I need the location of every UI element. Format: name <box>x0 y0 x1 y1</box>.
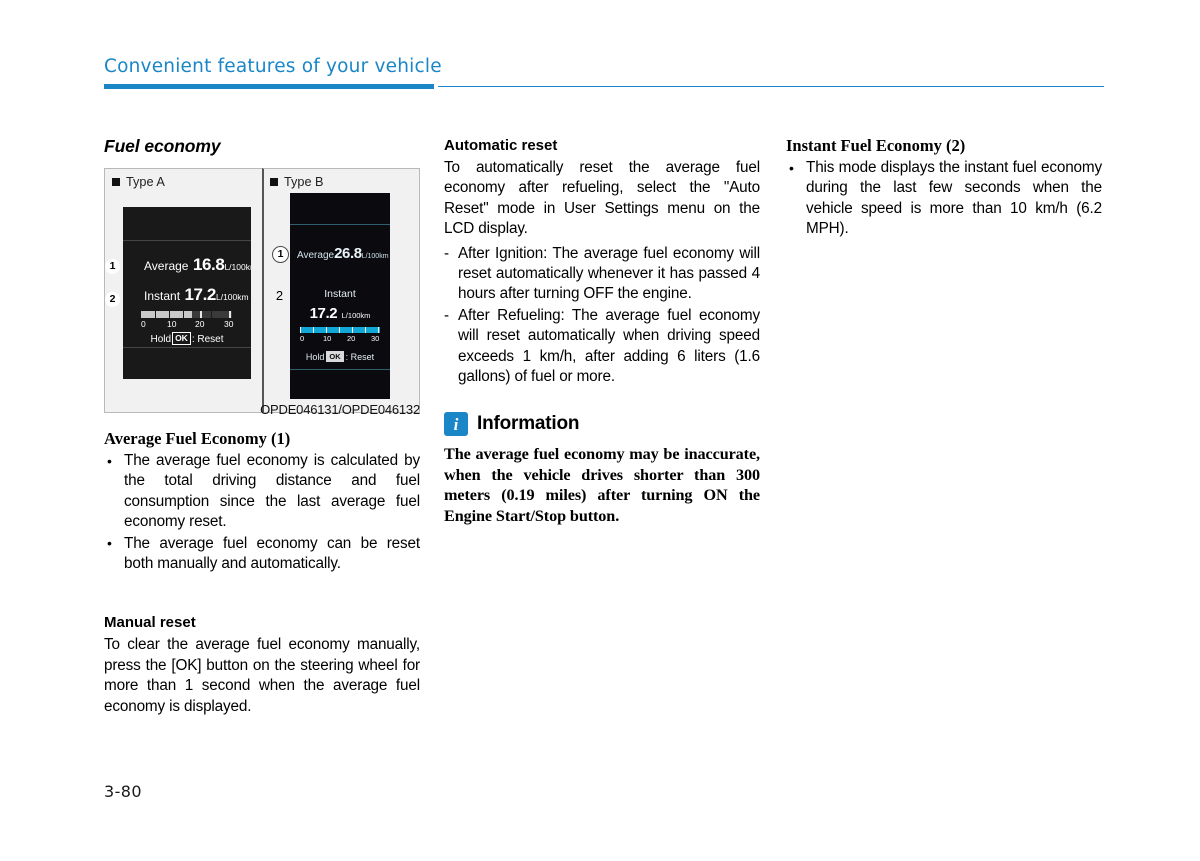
lcd-b-gauge-scale: 0 10 20 30 <box>300 334 383 345</box>
header-rule-thin <box>438 86 1104 88</box>
lcd-b-reset-hint: Hold OK: Reset <box>290 351 390 362</box>
lcd-a-ok-button-glyph: OK <box>172 332 191 345</box>
gauge-scale-tick-20: 20 <box>347 334 356 343</box>
figure-caption: OPDE046131/OPDE046132 <box>260 402 420 417</box>
list-instant-fuel-economy: This mode displays the instant fuel econ… <box>786 158 1102 240</box>
gauge-major-tick <box>200 311 202 318</box>
information-box-body: The average fuel economy may be inaccura… <box>444 445 760 525</box>
list-item: After Refueling: The average fuel econom… <box>444 306 760 388</box>
lcd-a-average-unit: L/100km <box>224 262 251 272</box>
page-number: 3-80 <box>104 782 142 801</box>
lcd-b-hint-prefix: Hold <box>305 352 325 362</box>
lcd-a-average-value: 16.8 <box>192 255 225 274</box>
gauge-scale-tick-20: 20 <box>195 319 205 329</box>
list-item: This mode displays the instant fuel econ… <box>786 158 1102 240</box>
lcd-a-average-label: Average <box>144 259 189 273</box>
lcd-divider-line <box>290 369 390 370</box>
list-average-fuel-economy: The average fuel economy is calculated b… <box>104 451 420 574</box>
heading-manual-reset: Manual reset <box>104 614 196 632</box>
paragraph-manual-reset: To clear the average fuel economy manual… <box>104 636 420 715</box>
lcd-divider-line <box>290 224 390 225</box>
gauge-tick <box>169 311 171 318</box>
heading-instant-fuel-economy: Instant Fuel Economy (2) <box>786 136 966 155</box>
gauge-tick <box>339 327 341 333</box>
gauge-tick <box>211 311 213 318</box>
lcd-a-gauge-scale: 0 10 20 30 <box>141 319 235 331</box>
list-item: The average fuel economy is calculated b… <box>104 451 420 533</box>
page-header-title: Convenient features of your vehicle <box>104 56 442 77</box>
paragraph-automatic-reset: To automatically reset the average fuel … <box>444 159 760 238</box>
lcd-a-average-row: Average 16.8L/100km <box>144 255 251 275</box>
gauge-major-tick <box>229 311 231 318</box>
lcd-b-average-row: Average26.8L/100km <box>297 245 389 263</box>
lcd-screen-type-a: Average 16.8L/100km Instant 17.2L/100km … <box>123 207 251 379</box>
page-header: Convenient features of your vehicle <box>104 56 1104 96</box>
figure-callout-2-type-a: 2 <box>105 292 120 307</box>
left-column: Fuel economy Type A Type B Average 16.8L… <box>104 136 420 717</box>
figure-label-type-a-text: Type A <box>126 175 165 189</box>
lcd-b-instant-unit: L/100km <box>341 311 371 320</box>
right-column: Instant Fuel Economy (2) This mode displ… <box>786 136 1102 241</box>
lcd-divider-line <box>123 240 251 241</box>
list-item: The average fuel economy can be reset bo… <box>104 533 420 575</box>
square-bullet-icon <box>270 178 278 186</box>
gauge-tick <box>326 327 328 333</box>
gauge-scale-tick-0: 0 <box>300 334 305 343</box>
figure-callout-2-type-b: 2 <box>275 288 284 303</box>
figure-callout-1-type-a: 1 <box>105 259 120 274</box>
lcd-a-hint-prefix: Hold <box>150 334 172 345</box>
lcd-a-instant-value: 17.2 <box>184 285 216 304</box>
lcd-screen-type-b: Average26.8L/100km Instant 17.2 L/100km … <box>290 193 390 399</box>
lcd-b-instant-value: 17.2 <box>309 305 338 322</box>
gauge-scale-tick-10: 10 <box>323 334 332 343</box>
middle-column: Automatic reset To automatically reset t… <box>444 136 760 526</box>
lcd-a-reset-hint: Hold OK: Reset <box>123 332 251 345</box>
information-box-header: i Information <box>444 412 760 437</box>
heading-automatic-reset: Automatic reset <box>444 137 558 154</box>
gauge-tick <box>378 327 380 333</box>
figure-label-type-b: Type B <box>270 175 324 189</box>
list-automatic-reset-conditions: After Ignition: The average fuel economy… <box>444 244 760 388</box>
figure-fuel-economy-displays: Type A Type B Average 16.8L/100km Instan… <box>104 168 420 417</box>
lcd-b-instant-gauge <box>300 327 380 333</box>
figure-label-type-b-text: Type B <box>284 175 324 189</box>
list-item: After Ignition: The average fuel economy… <box>444 244 760 305</box>
gauge-scale-tick-30: 30 <box>224 319 234 329</box>
lcd-b-ok-button-glyph: OK <box>326 351 344 362</box>
gauge-tick <box>183 311 185 318</box>
lcd-b-average-label: Average <box>297 250 335 261</box>
gauge-fill <box>141 311 192 318</box>
lcd-divider-line <box>123 347 251 348</box>
gauge-tick <box>352 327 354 333</box>
figure-callout-1-type-b: 1 <box>272 246 289 263</box>
figure-label-type-a: Type A <box>112 175 165 189</box>
lcd-b-average-value: 26.8 <box>334 245 362 262</box>
gauge-scale-tick-10: 10 <box>167 319 177 329</box>
gauge-tick <box>313 327 315 333</box>
gauge-tick <box>300 327 302 333</box>
lcd-a-instant-gauge <box>141 311 232 318</box>
lcd-b-hint-suffix: : Reset <box>345 352 375 362</box>
gauge-tick <box>365 327 367 333</box>
header-rule-thick <box>104 84 434 89</box>
lcd-a-instant-unit: L/100km <box>215 292 249 302</box>
gauge-tick <box>155 311 157 318</box>
lcd-a-instant-label: Instant <box>144 289 181 303</box>
lcd-b-instant-label: Instant <box>324 288 356 300</box>
heading-average-fuel-economy: Average Fuel Economy (1) <box>104 429 291 448</box>
lcd-b-average-unit: L/100km <box>361 253 389 260</box>
lcd-b-instant-row: 17.2 L/100km <box>290 305 390 323</box>
square-bullet-icon <box>112 178 120 186</box>
gauge-scale-tick-30: 30 <box>371 334 380 343</box>
lcd-a-hint-suffix: : Reset <box>191 334 224 345</box>
information-box-title: Information <box>477 413 580 435</box>
section-title-fuel-economy: Fuel economy <box>104 136 221 156</box>
lcd-a-instant-row: Instant 17.2L/100km <box>144 285 249 305</box>
information-icon: i <box>444 412 468 437</box>
gauge-scale-tick-0: 0 <box>141 319 146 329</box>
